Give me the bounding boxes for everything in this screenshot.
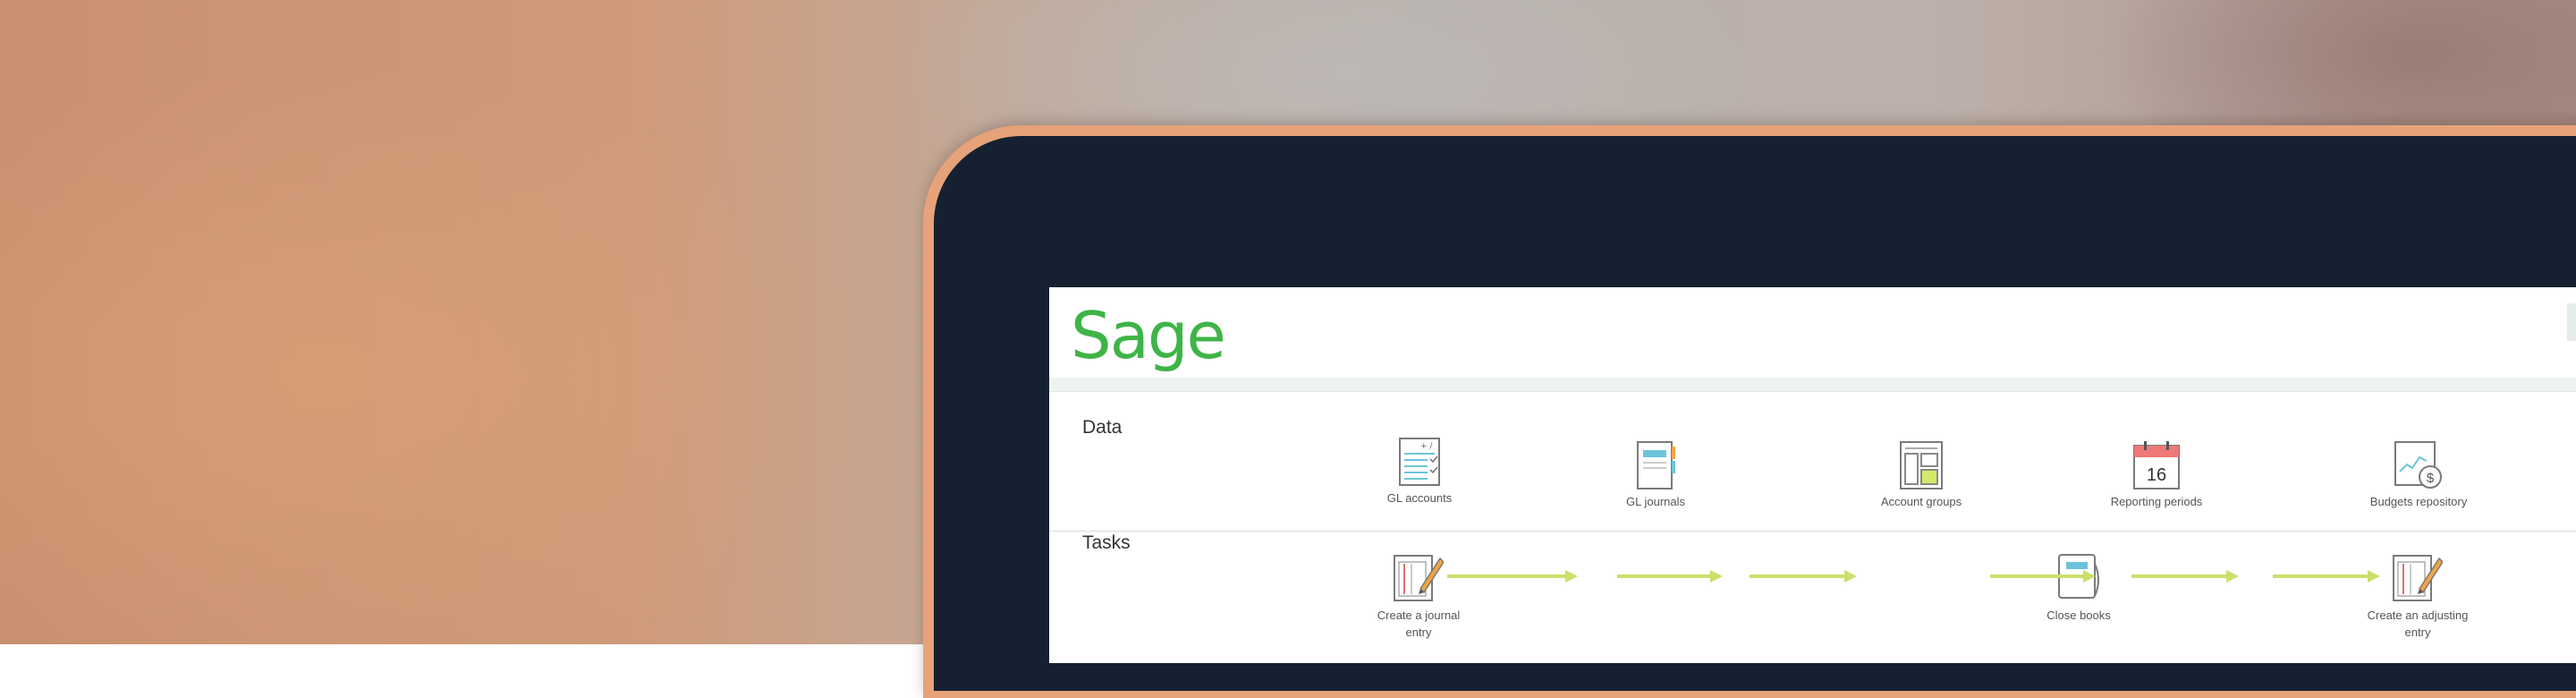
flow-arrow: [1447, 570, 1578, 583]
sage-logo[interactable]: Sage: [1071, 300, 1226, 371]
task-item-label: Create a journal entry: [1377, 609, 1461, 639]
data-item-reporting-periods[interactable]: 16 Reporting periods: [2076, 441, 2237, 508]
data-item-label: Reporting periods: [2110, 495, 2203, 508]
data-item-label: GL accounts: [1386, 491, 1453, 505]
flow-arrow: [1990, 570, 2096, 583]
data-item-gl-accounts[interactable]: + / GL accounts: [1339, 438, 1500, 505]
gl-journals-icon: [1637, 441, 1675, 489]
calendar-day: 16: [2147, 465, 2166, 485]
account-groups-icon: [1900, 441, 1943, 489]
data-item-gl-journals[interactable]: GL journals: [1575, 441, 1736, 508]
header-band: [1049, 378, 2576, 392]
screen: Sage Data + / GL accounts GL journals Ac…: [1049, 287, 2576, 663]
gl-accounts-icon: + /: [1399, 438, 1440, 486]
app-header: Sage: [1049, 287, 2576, 378]
budgets-icon: $: [2394, 441, 2442, 489]
task-item-create-journal-entry[interactable]: Create a journal entry: [1338, 553, 1499, 641]
section-title-tasks: Tasks: [1082, 532, 1131, 553]
svg-text:$: $: [2427, 471, 2435, 486]
adjusting-entry-icon: [2393, 555, 2443, 601]
task-item-label: Create an adjusting entry: [2367, 609, 2469, 639]
task-item-create-adjusting-entry[interactable]: Create an adjusting entry: [2337, 553, 2498, 641]
data-item-budgets-repository[interactable]: $ Budgets repository: [2338, 441, 2499, 508]
flow-arrow: [1750, 570, 1857, 583]
data-item-label: GL journals: [1626, 495, 1685, 508]
svg-text:+ /: + /: [1420, 442, 1433, 451]
calendar-icon: 16: [2133, 441, 2180, 489]
data-item-label: Account groups: [1880, 495, 1962, 508]
journal-entry-icon: [1394, 555, 1444, 601]
section-divider: [1049, 531, 2576, 532]
section-title-data: Data: [1082, 417, 1123, 438]
task-item-close-books[interactable]: Close books: [1998, 553, 2159, 624]
header-edge-control[interactable]: [2567, 303, 2576, 341]
task-item-label: Close books: [2046, 609, 2111, 622]
flow-arrow: [2131, 570, 2239, 583]
data-item-account-groups[interactable]: Account groups: [1841, 441, 2002, 508]
flow-arrow: [2273, 570, 2380, 583]
data-item-label: Budgets repository: [2369, 495, 2468, 508]
flow-arrow: [1617, 570, 1723, 583]
